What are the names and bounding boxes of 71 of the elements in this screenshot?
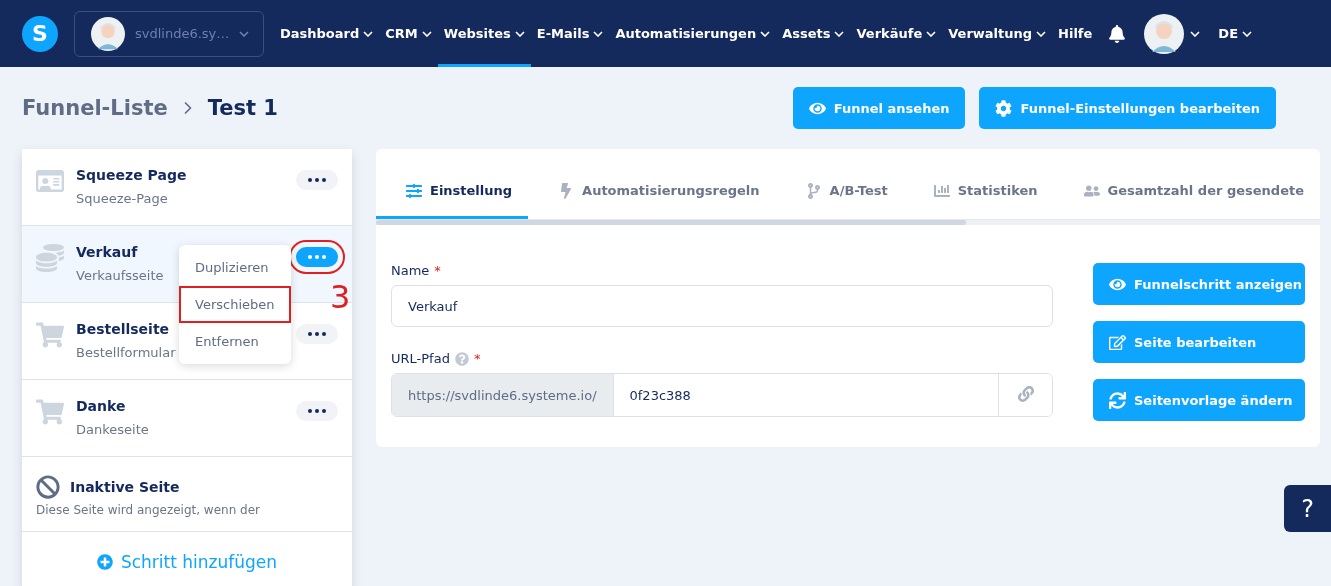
sliders-icon	[406, 182, 422, 199]
funnel-step[interactable]: Danke Dankeseite	[22, 380, 352, 457]
settings-icon	[995, 99, 1013, 117]
required-mark: *	[473, 351, 481, 366]
account-name: svdlinde6.sy…	[135, 26, 230, 41]
step-title: Verkauf	[76, 244, 139, 260]
cart-icon	[36, 321, 64, 349]
step-subtitle: Diese Seite wird angezeigt, wenn der	[36, 503, 262, 517]
avatar-icon	[91, 16, 125, 51]
nav-item[interactable]: Websites	[437, 0, 531, 67]
blocked-icon	[36, 475, 60, 499]
breadcrumb-item[interactable]: Funnel-Liste	[22, 96, 168, 120]
step-subtitle: Bestellformular	[76, 345, 176, 360]
split-icon	[805, 182, 822, 199]
link-icon	[1017, 385, 1034, 402]
chevron-down-icon	[926, 30, 937, 37]
step-title: Inaktive Seite	[70, 479, 180, 495]
language-menu[interactable]: DE	[1212, 0, 1258, 67]
step-subtitle: Verkaufsseite	[76, 268, 164, 283]
step-title: Squeeze Page	[76, 167, 187, 183]
cart-icon	[36, 398, 64, 426]
chevron-down-icon	[834, 30, 845, 37]
nav-item[interactable]: E-Mails	[530, 0, 610, 67]
nav-item[interactable]: Verwaltung	[942, 0, 1053, 67]
tab[interactable]: Statistiken	[903, 165, 1054, 219]
coins-icon	[36, 244, 64, 272]
more-button[interactable]	[296, 170, 338, 190]
chevron-down-icon	[593, 30, 604, 37]
name-field[interactable]: Verkauf	[391, 285, 1053, 327]
nav-item[interactable]: Dashboard	[274, 0, 380, 67]
account-switcher[interactable]: svdlinde6.sy…	[74, 10, 264, 57]
avatar-icon	[1144, 13, 1185, 54]
url-field[interactable]: https://svdlinde6.systeme.io/ 0f23c388	[391, 373, 1053, 417]
chevron-down-icon	[421, 30, 432, 37]
chevron-down-icon	[239, 30, 250, 37]
nav-item[interactable]: Hilfe	[1052, 0, 1099, 67]
chevron-down-icon[interactable]	[1190, 30, 1201, 37]
chevron-down-icon	[363, 30, 374, 37]
menu-item[interactable]: Entfernen	[179, 323, 291, 360]
bar-chart-icon	[933, 182, 950, 199]
chevron-down-icon	[1036, 30, 1047, 37]
url-prefix: https://svdlinde6.systeme.io/	[392, 374, 614, 416]
step-title: Bestellseite	[76, 321, 171, 337]
step-subtitle: Squeeze-Page	[76, 191, 169, 206]
edit-icon	[1109, 333, 1126, 351]
step-subtitle: Dankeseite	[76, 422, 149, 437]
tab[interactable]: Gesamtzahl der gesendete	[1053, 165, 1320, 219]
nav-item[interactable]: CRM	[379, 0, 438, 67]
chevron-down-icon	[514, 30, 525, 37]
help-button[interactable]: ?	[1284, 485, 1331, 532]
funnel-step[interactable]: Squeeze Page Squeeze-Page	[22, 149, 352, 226]
notification-bell-icon[interactable]	[1108, 24, 1127, 43]
plus-icon	[96, 553, 113, 570]
menu-item[interactable]: Duplizieren	[179, 249, 291, 286]
nav-item[interactable]: Automatisierungen	[609, 0, 777, 67]
step-title: Danke	[76, 398, 127, 414]
chevron-down-icon	[760, 30, 771, 37]
more-button[interactable]	[296, 324, 338, 344]
field-label: Name *	[391, 263, 442, 278]
chevron-down-icon	[1242, 30, 1252, 37]
nav-item[interactable]: Verkäufe	[850, 0, 943, 67]
nav-item[interactable]: Assets	[776, 0, 851, 67]
required-mark: *	[434, 263, 441, 278]
refresh-icon	[1109, 391, 1126, 409]
more-button[interactable]	[296, 401, 338, 421]
tab[interactable]: A/B-Test	[775, 165, 904, 219]
tab[interactable]: Automatisierungsregeln	[528, 165, 776, 219]
menu-item[interactable]: Verschieben	[179, 286, 291, 323]
field-label: URL-Pfad *	[391, 351, 482, 366]
form-icon	[36, 167, 64, 195]
breadcrumb-item: Test 1	[207, 96, 278, 120]
